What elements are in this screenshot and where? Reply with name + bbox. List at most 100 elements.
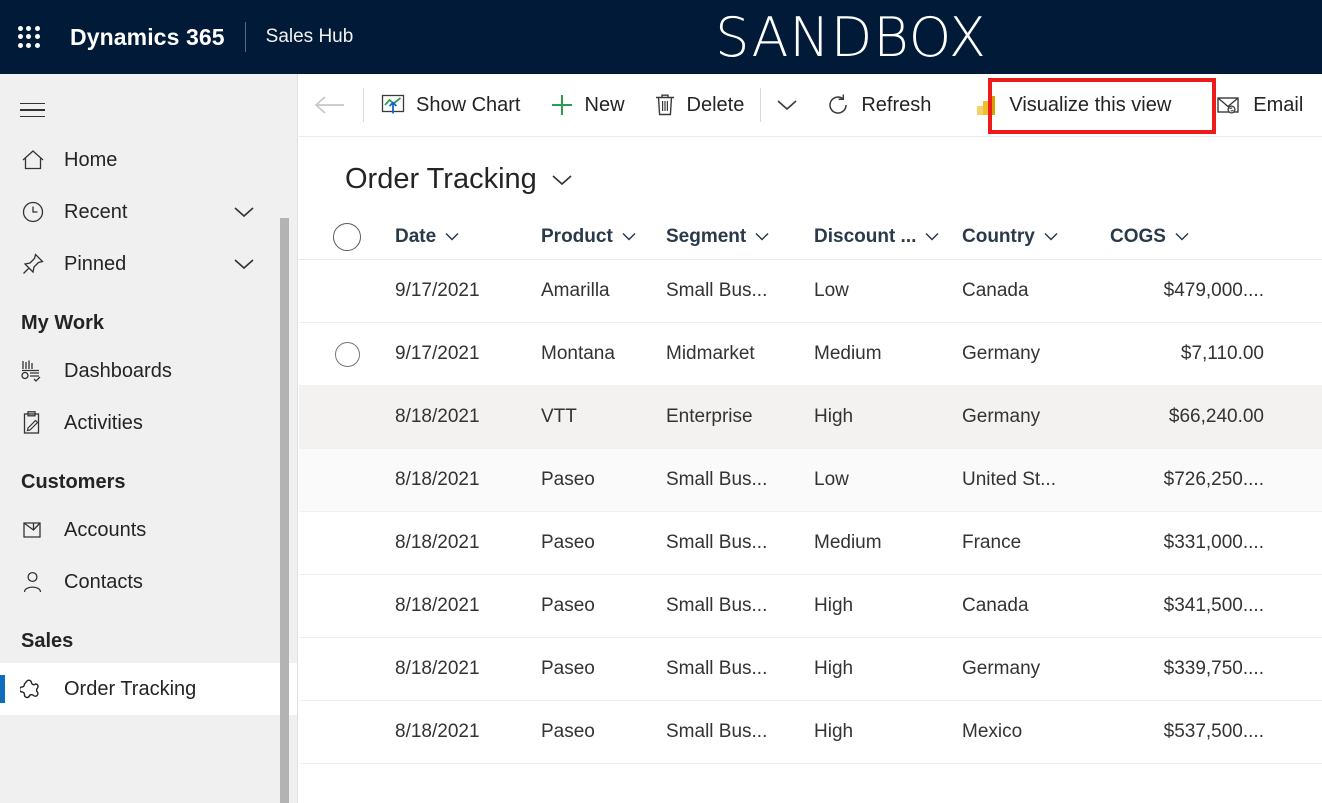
hamburger-menu-icon[interactable] [20,86,68,134]
column-header-label: Discount ... [814,225,917,247]
sidebar-item-contacts[interactable]: Contacts [0,556,297,608]
view-selector[interactable]: Order Tracking [299,137,1322,196]
table-row[interactable]: 8/18/2021 Paseo Small Bus... High Germany $33… [299,638,1322,701]
email-a-link-button[interactable]: Email [1201,74,1317,136]
chevron-down-icon[interactable] [924,231,940,242]
chevron-down-icon[interactable] [233,205,255,219]
chevron-down-icon[interactable] [233,257,255,271]
command-label: Delete [686,93,745,116]
visualize-this-view-button[interactable]: Visualize this view [959,74,1185,136]
cell-discount-band: Medium [814,532,882,553]
column-header-label: Segment [666,225,747,247]
cell-cogs: $66,240.00 [1168,406,1264,427]
cell-country: Germany [962,406,1041,427]
select-all-cell[interactable] [299,222,395,251]
cell-segment: Enterprise [666,406,753,427]
cell-cogs: $726,250.... [1163,469,1264,490]
sidebar-item-dashboards[interactable]: Dashboards [0,345,297,397]
sidebar-scrollbar-thumb[interactable] [280,218,289,803]
cell-product: Paseo [541,595,595,616]
cell-discount-band: Low [814,280,849,301]
column-header-country[interactable]: Country [962,226,1110,248]
new-button[interactable]: New [535,74,639,136]
table-row[interactable]: 8/18/2021 Paseo Small Bus... Medium France $3… [299,512,1322,575]
command-label: Show Chart [416,93,521,116]
command-label: New [584,93,625,116]
column-header-date[interactable]: Date [395,226,541,248]
cell-segment: Small Bus... [666,658,768,679]
cell-product: Paseo [541,658,595,679]
row-select-cell[interactable] [299,405,395,430]
sidebar-item-recent[interactable]: Recent [0,186,297,238]
column-header-discount-band[interactable]: Discount ... [814,226,962,248]
app-launcher-icon[interactable] [14,22,44,52]
cell-product: Montana [541,343,615,364]
table-row[interactable]: 8/18/2021 Paseo Small Bus... High Canada $341… [299,575,1322,638]
chevron-down-icon[interactable] [754,231,770,242]
trash-icon [653,92,677,118]
row-select-cell[interactable] [299,279,395,304]
overflow-chevron-down-icon[interactable] [763,74,811,136]
chevron-down-icon[interactable] [551,173,573,187]
dashboard-icon [20,356,54,386]
table-row[interactable]: 9/17/2021 Amarilla Small Bus... Low Canada $4… [299,260,1322,323]
pin-icon [20,249,54,279]
table-row[interactable]: 8/18/2021 Paseo Small Bus... High Mexico $537… [299,701,1322,764]
chevron-down-icon[interactable] [1043,231,1059,242]
sidebar-item-label: Pinned [64,252,127,275]
table-row[interactable]: 9/17/2021 Montana Midmarket Medium Germany $7… [299,323,1322,386]
cell-country: Canada [962,595,1029,616]
show-chart-button[interactable]: Show Chart [366,74,535,136]
row-select-cell[interactable] [299,531,395,556]
sidebar-item-order-tracking[interactable]: Order Tracking [0,663,297,715]
command-bar: Show Chart New Delete Refresh Visualize … [299,74,1322,137]
table-row[interactable]: 8/18/2021 VTT Enterprise High Germany $66,240… [299,386,1322,449]
command-bar-divider [760,88,762,122]
refresh-button[interactable]: Refresh [811,74,945,136]
grid-body: 9/17/2021 Amarilla Small Bus... Low Canada $4… [299,260,1322,764]
chevron-down-icon[interactable] [621,231,637,242]
command-label: Email [1253,93,1304,116]
table-row[interactable]: 8/18/2021 Paseo Small Bus... Low United St..… [299,449,1322,512]
refresh-icon [825,92,851,118]
app-title[interactable]: Sales Hub [266,26,354,48]
column-header-label: Date [395,225,437,247]
sidebar-item-pinned[interactable]: Pinned [0,238,297,290]
chevron-down-icon[interactable] [444,231,460,242]
cell-date: 8/18/2021 [395,406,480,427]
chevron-down-icon[interactable] [1174,231,1190,242]
sidebar-item-activities[interactable]: Activities [0,397,297,449]
back-arrow-icon[interactable] [299,74,361,136]
cell-segment: Small Bus... [666,280,768,301]
cell-country: Mexico [962,721,1023,742]
cell-country: United St... [962,469,1056,490]
cell-product: Paseo [541,721,595,742]
row-select-radio[interactable] [334,341,360,367]
brand-label[interactable]: Dynamics 365 [70,24,225,51]
cell-segment: Small Bus... [666,469,768,490]
select-all-radio[interactable] [333,222,361,251]
row-select-cell[interactable] [299,657,395,682]
cell-country: Canada [962,280,1029,301]
cell-product: Paseo [541,532,595,553]
column-header-segment[interactable]: Segment [666,226,814,248]
column-header-cogs[interactable]: COGS [1110,226,1270,248]
column-header-label: Product [541,225,613,247]
delete-button[interactable]: Delete [639,74,759,136]
sidebar-item-accounts[interactable]: Accounts [0,504,297,556]
row-select-cell[interactable] [299,720,395,745]
column-header-product[interactable]: Product [541,226,666,248]
cell-cogs: $479,000.... [1163,280,1264,301]
home-icon [20,145,54,175]
row-select-cell[interactable] [299,594,395,619]
brand-divider [244,22,246,52]
sidebar-item-home[interactable]: Home [0,134,297,186]
row-select-cell[interactable] [299,468,395,493]
records-grid: Date Product Segment Discount ... Countr… [299,214,1322,764]
cell-segment: Midmarket [666,343,755,364]
show-chart-icon [380,92,406,118]
row-select-cell[interactable] [299,341,395,367]
sidebar-group-sales: Sales [21,630,74,652]
cell-discount-band: High [814,658,854,679]
clock-icon [20,197,54,227]
